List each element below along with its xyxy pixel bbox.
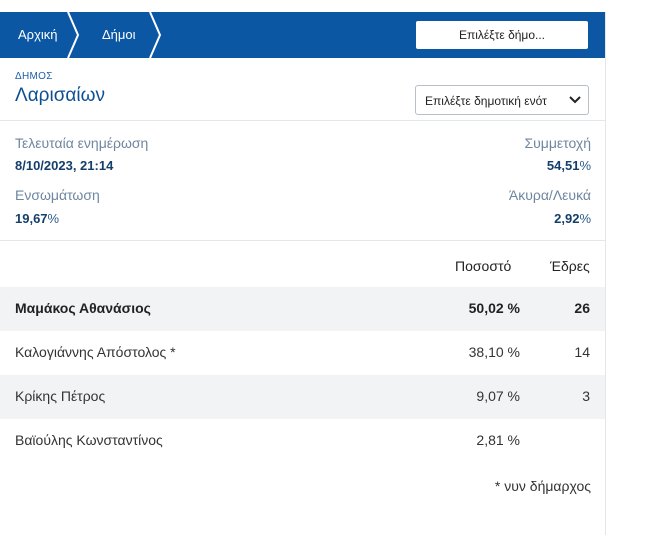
turnout-value: 54,51% xyxy=(546,158,591,173)
candidate-name: Μαμάκος Αθανάσιος xyxy=(15,300,151,316)
candidate-name: Κρίκης Πέτρος xyxy=(15,388,106,404)
integration-label: Ενσωμάτωση xyxy=(15,187,100,203)
municipal-unit-select[interactable]: Επιλέξτε δημοτική ενότ xyxy=(415,85,589,115)
candidate-seats: 3 xyxy=(582,388,590,404)
chevron-right-icon xyxy=(149,12,162,58)
candidate-seats: 26 xyxy=(574,300,590,316)
column-header-seats: Έδρες xyxy=(550,258,590,274)
select-municipality-button[interactable]: Επιλέξτε δήμο... xyxy=(416,21,588,49)
column-header-percent: Ποσοστό xyxy=(455,258,512,274)
candidate-seats: 14 xyxy=(574,344,590,360)
chevron-right-icon xyxy=(67,12,80,58)
municipality-type-label: ΔΗΜΟΣ xyxy=(15,71,53,82)
candidate-percent: 50,02 % xyxy=(468,300,520,316)
chevron-down-icon xyxy=(569,96,581,104)
table-row: Μαμάκος Αθανάσιος 50,02 % 26 xyxy=(0,287,605,331)
municipality-name: Λαρισαίων xyxy=(15,85,105,106)
table-row: Κρίκης Πέτρος 9,07 % 3 xyxy=(0,375,605,419)
candidate-percent: 38,10 % xyxy=(468,344,520,360)
municipal-unit-select-value: Επιλέξτε δημοτική ενότ xyxy=(425,94,547,108)
breadcrumb-municipalities-link[interactable]: Δήμοι xyxy=(102,12,136,58)
candidate-name: Καλογιάννης Απόστολος * xyxy=(15,344,176,360)
divider xyxy=(0,120,605,121)
invalid-blank-value: 2,92% xyxy=(554,211,591,226)
table-row: Βαϊούλης Κωνσταντίνος 2,81 % xyxy=(0,419,605,463)
results-panel: Αρχική Δήμοι Επιλέξτε δήμο... ΔΗΜΟΣ Λαρι… xyxy=(0,12,606,535)
last-update-value: 8/10/2023, 21:14 xyxy=(15,158,114,173)
breadcrumb: Αρχική Δήμοι Επιλέξτε δήμο... xyxy=(0,12,605,58)
candidate-name: Βαϊούλης Κωνσταντίνος xyxy=(15,432,163,448)
divider xyxy=(0,240,605,241)
turnout-label: Συμμετοχή xyxy=(524,135,591,151)
breadcrumb-home-link[interactable]: Αρχική xyxy=(18,12,58,58)
table-row: Καλογιάννης Απόστολος * 38,10 % 14 xyxy=(0,331,605,375)
integration-value: 19,67% xyxy=(15,211,60,226)
last-update-label: Τελευταία ενημέρωση xyxy=(15,135,149,151)
incumbent-footnote: * νυν δήμαρχος xyxy=(494,478,591,494)
candidate-percent: 9,07 % xyxy=(476,388,520,404)
invalid-blank-label: Άκυρα/Λευκά xyxy=(508,187,591,203)
candidate-percent: 2,81 % xyxy=(476,432,520,448)
